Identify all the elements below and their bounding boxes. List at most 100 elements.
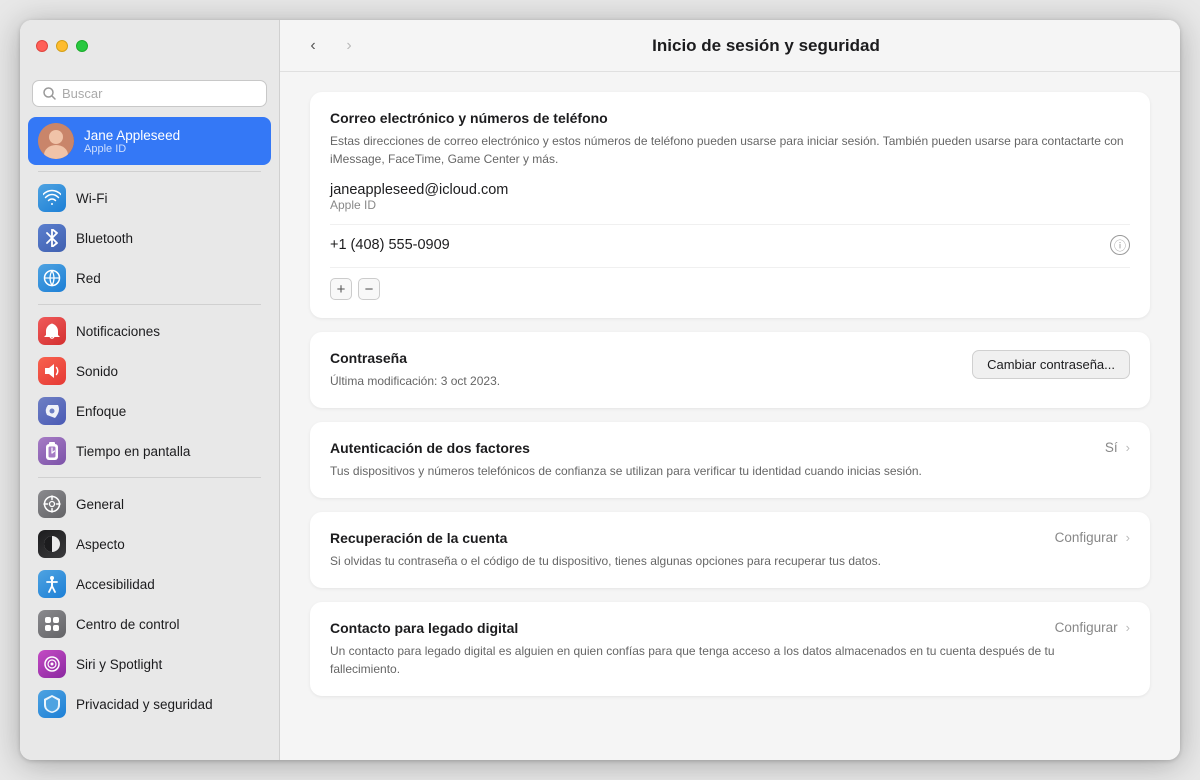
search-bar[interactable] — [32, 80, 267, 107]
search-icon — [43, 87, 56, 100]
legacy-card[interactable]: Contacto para legado digital Un contacto… — [310, 602, 1150, 696]
recovery-title: Recuperación de la cuenta — [330, 530, 1055, 546]
sidebar-item-tiempo[interactable]: Tiempo en pantalla — [28, 431, 271, 471]
remove-button[interactable]: − — [358, 278, 380, 300]
sidebar-item-user[interactable]: Jane Appleseed Apple ID — [28, 117, 271, 165]
email-info: janeappleseed@icloud.com Apple ID — [330, 182, 1130, 212]
main-panel: ‹ › Inicio de sesión y seguridad Correo … — [280, 20, 1180, 760]
legacy-info: Contacto para legado digital Un contacto… — [330, 620, 1055, 678]
sidebar-siri-label: Siri y Spotlight — [76, 657, 162, 672]
search-input[interactable] — [62, 86, 256, 101]
sidebar-general-label: General — [76, 497, 124, 512]
sidebar-tiempo-label: Tiempo en pantalla — [76, 444, 190, 459]
recovery-info: Recuperación de la cuenta Si olvidas tu … — [330, 530, 1055, 570]
password-info: Contraseña Última modificación: 3 oct 20… — [330, 350, 500, 390]
sidebar-wifi-label: Wi-Fi — [76, 191, 107, 206]
phone-row: +1 (408) 555-0909 ⓘ — [330, 224, 1130, 255]
sidebar-divider3 — [38, 477, 261, 478]
wifi-icon — [38, 184, 66, 212]
two-factor-status: Sí — [1105, 440, 1118, 455]
add-button[interactable]: + — [330, 278, 352, 300]
siri-icon — [38, 650, 66, 678]
sidebar-item-aspecto[interactable]: Aspecto — [28, 524, 271, 564]
legacy-chevron: › — [1126, 620, 1130, 635]
sidebar-item-general[interactable]: General — [28, 484, 271, 524]
notif-icon — [38, 317, 66, 345]
recovery-desc: Si olvidas tu contraseña o el código de … — [330, 552, 1055, 570]
email-section-desc: Estas direcciones de correo electrónico … — [330, 132, 1130, 168]
sidebar-red-label: Red — [76, 271, 101, 286]
legacy-action: Configurar — [1055, 620, 1118, 635]
bluetooth-icon — [38, 224, 66, 252]
sidebar-item-notificaciones[interactable]: Notificaciones — [28, 311, 271, 351]
email-value: janeappleseed@icloud.com — [330, 182, 1130, 198]
sidebar-item-sonido[interactable]: Sonido — [28, 351, 271, 391]
two-factor-chevron: › — [1126, 440, 1130, 455]
sidebar-access-label: Accesibilidad — [76, 577, 155, 592]
two-factor-right: Sí › — [1095, 440, 1130, 455]
phone-value: +1 (408) 555-0909 — [330, 237, 1110, 253]
email-section-title: Correo electrónico y números de teléfono — [330, 110, 1130, 126]
back-button[interactable]: ‹ — [300, 33, 326, 59]
change-password-button[interactable]: Cambiar contraseña... — [972, 350, 1130, 379]
main-title: Inicio de sesión y seguridad — [372, 36, 1160, 56]
sidebar-list: Jane Appleseed Apple ID Wi-Fi — [20, 117, 279, 760]
sidebar-item-wifi[interactable]: Wi-Fi — [28, 178, 271, 218]
titlebar — [20, 20, 279, 72]
sidebar: Jane Appleseed Apple ID Wi-Fi — [20, 20, 280, 760]
sidebar-privacy-label: Privacidad y seguridad — [76, 697, 213, 712]
avatar — [38, 123, 74, 159]
sidebar-item-siri[interactable]: Siri y Spotlight — [28, 644, 271, 684]
sidebar-divider — [38, 171, 261, 172]
privacy-icon — [38, 690, 66, 718]
sidebar-notif-label: Notificaciones — [76, 324, 160, 339]
sidebar-divider2 — [38, 304, 261, 305]
recovery-action: Configurar — [1055, 530, 1118, 545]
recovery-chevron: › — [1126, 530, 1130, 545]
legacy-title: Contacto para legado digital — [330, 620, 1055, 636]
sidebar-bluetooth-label: Bluetooth — [76, 231, 133, 246]
phone-info-button[interactable]: ⓘ — [1110, 235, 1130, 255]
sidebar-item-enfoque[interactable]: Enfoque — [28, 391, 271, 431]
main-content: Correo electrónico y números de teléfono… — [280, 72, 1180, 760]
user-info: Jane Appleseed Apple ID — [84, 128, 180, 155]
control-icon — [38, 610, 66, 638]
two-factor-title: Autenticación de dos factores — [330, 440, 1095, 456]
sidebar-item-red[interactable]: Red — [28, 258, 271, 298]
main-titlebar: ‹ › Inicio de sesión y seguridad — [280, 20, 1180, 72]
minimize-button[interactable] — [56, 40, 68, 52]
sidebar-item-control[interactable]: Centro de control — [28, 604, 271, 644]
email-card: Correo electrónico y números de teléfono… — [310, 92, 1150, 318]
recovery-card[interactable]: Recuperación de la cuenta Si olvidas tu … — [310, 512, 1150, 588]
sidebar-item-privacidad[interactable]: Privacidad y seguridad — [28, 684, 271, 724]
email-sublabel: Apple ID — [330, 198, 1130, 212]
sound-icon — [38, 357, 66, 385]
two-factor-card[interactable]: Autenticación de dos factores Tus dispos… — [310, 422, 1150, 498]
add-remove-row: + − — [330, 267, 1130, 300]
two-factor-info: Autenticación de dos factores Tus dispos… — [330, 440, 1095, 480]
sidebar-item-bluetooth[interactable]: Bluetooth — [28, 218, 271, 258]
legacy-right: Configurar › — [1055, 620, 1130, 635]
sidebar-enfoque-label: Enfoque — [76, 404, 126, 419]
forward-button[interactable]: › — [336, 33, 362, 59]
maximize-button[interactable] — [76, 40, 88, 52]
email-section-header: Correo electrónico y números de teléfono… — [330, 110, 1130, 168]
two-factor-desc: Tus dispositivos y números telefónicos d… — [330, 462, 1095, 480]
user-sublabel: Apple ID — [84, 143, 180, 155]
access-icon — [38, 570, 66, 598]
sidebar-control-label: Centro de control — [76, 617, 180, 632]
password-title: Contraseña — [330, 350, 500, 366]
user-name: Jane Appleseed — [84, 128, 180, 143]
sidebar-item-accesibilidad[interactable]: Accesibilidad — [28, 564, 271, 604]
tiempo-icon — [38, 437, 66, 465]
red-icon — [38, 264, 66, 292]
recovery-right: Configurar › — [1055, 530, 1130, 545]
legacy-desc: Un contacto para legado digital es algui… — [330, 642, 1055, 678]
close-button[interactable] — [36, 40, 48, 52]
password-last-changed: Última modificación: 3 oct 2023. — [330, 372, 500, 390]
general-icon — [38, 490, 66, 518]
focus-icon — [38, 397, 66, 425]
password-card: Contraseña Última modificación: 3 oct 20… — [310, 332, 1150, 408]
sidebar-aspecto-label: Aspecto — [76, 537, 125, 552]
sidebar-sonido-label: Sonido — [76, 364, 118, 379]
